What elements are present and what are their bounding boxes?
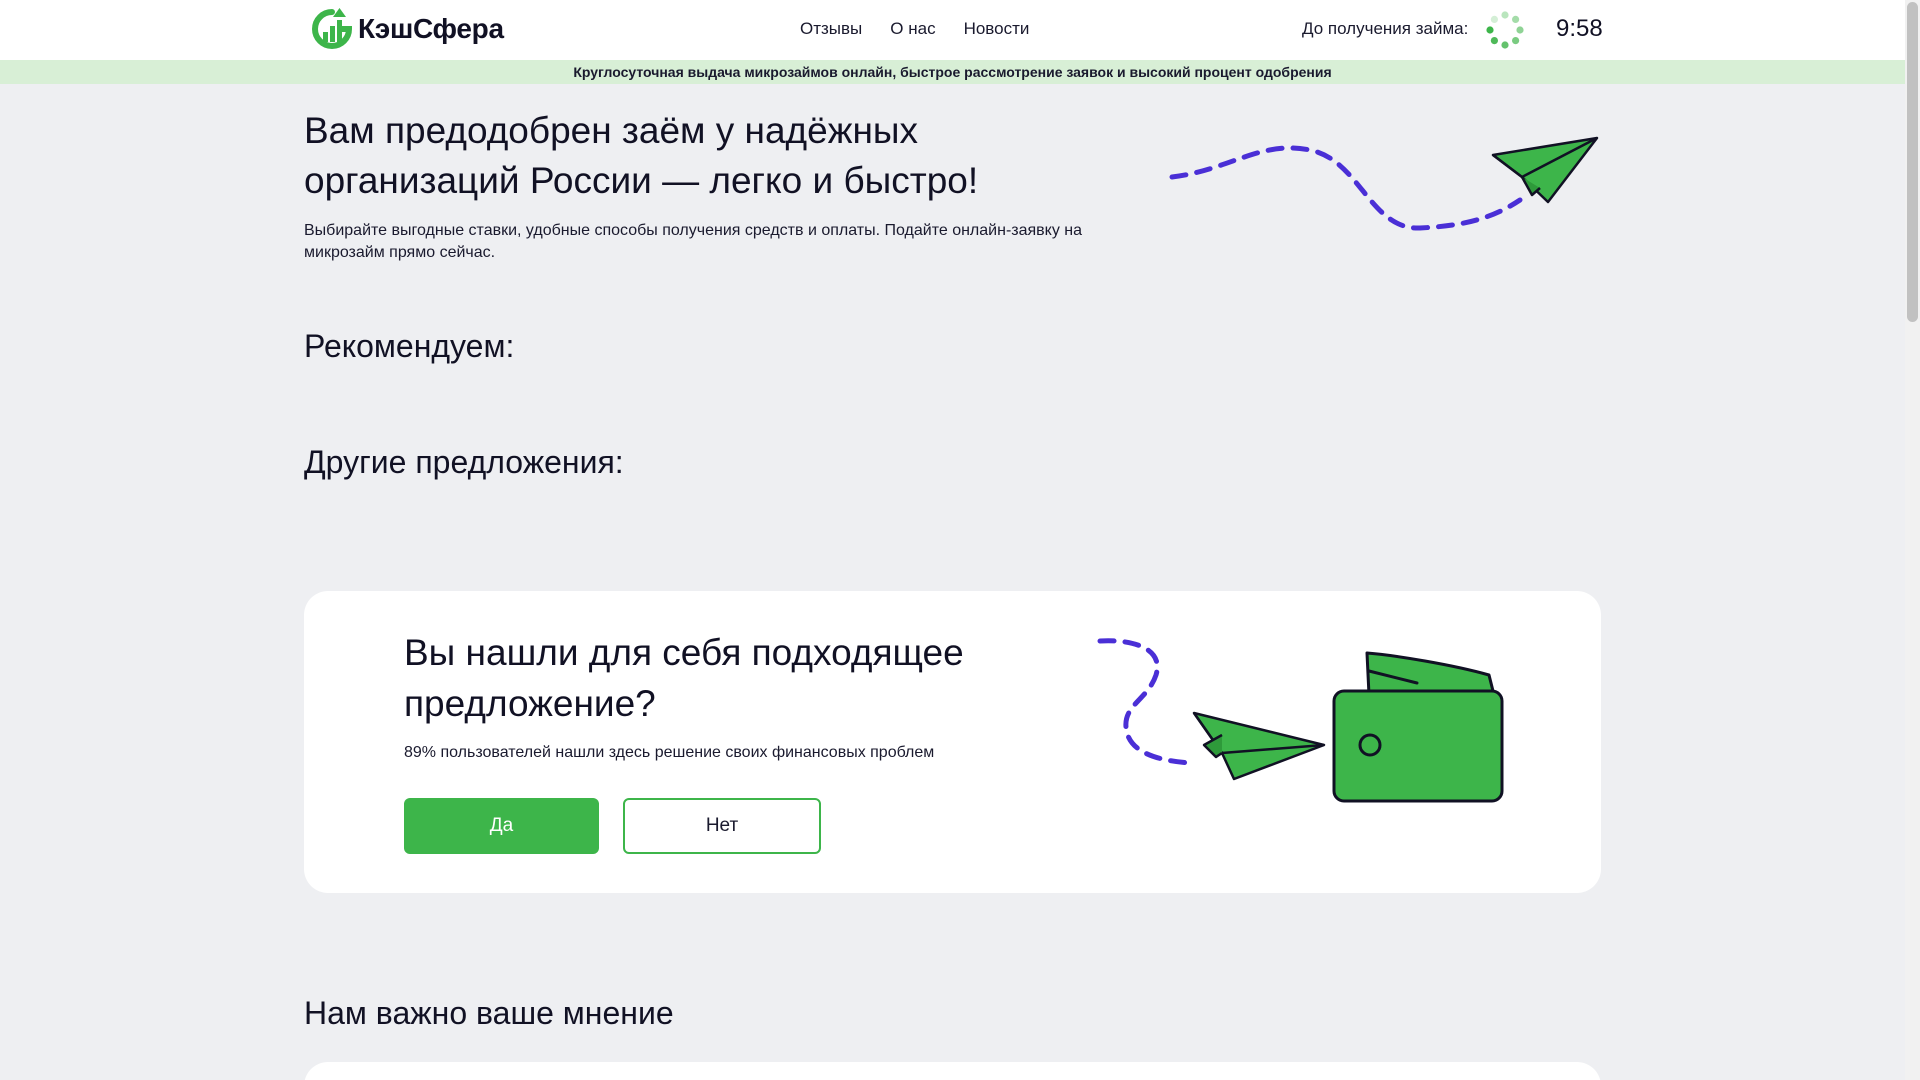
site-header: КэшСфера Отзывы О нас Новости До получен…: [0, 0, 1905, 60]
no-button[interactable]: Нет: [623, 798, 821, 854]
timer-label: До получения займа:: [1302, 19, 1469, 38]
main-nav: Отзывы О нас Новости: [800, 19, 1029, 39]
feedback-card: Вы нашли для себя подходящее предложение…: [304, 591, 1601, 893]
opinion-heading: Нам важно ваше мнение: [304, 995, 674, 1031]
feedback-title: Вы нашли для себя подходящее предложение…: [404, 632, 964, 724]
nav-link-about[interactable]: О нас: [890, 19, 935, 39]
paper-plane-icon: [1169, 136, 1599, 231]
loading-spinner-icon: [1486, 11, 1524, 49]
page-scrollbar[interactable]: [1905, 0, 1920, 1080]
info-ticker: Круглосуточная выдача микрозаймов онлайн…: [0, 60, 1905, 84]
nav-link-reviews[interactable]: Отзывы: [800, 19, 862, 39]
logo-icon: [312, 8, 353, 49]
hero-title: Вам предодобрен заём у надёжных организа…: [304, 110, 979, 201]
recommended-heading: Рекомендуем:: [304, 328, 515, 364]
countdown-timer: 9:58: [1556, 15, 1603, 42]
yes-button[interactable]: Да: [404, 798, 599, 854]
other-offers-heading: Другие предложения:: [304, 444, 624, 480]
logo[interactable]: КэшСфера: [310, 6, 504, 52]
wallet-icon: [1097, 638, 1504, 803]
brand-name: КэшСфера: [358, 13, 504, 44]
scrollbar-thumb[interactable]: [1907, 2, 1918, 322]
feedback-subtitle: 89% пользователей нашли здесь решение св…: [404, 744, 935, 761]
opinion-card: [304, 1062, 1601, 1080]
nav-link-news[interactable]: Новости: [964, 19, 1030, 39]
hero-subtitle: Выбирайте выгодные ставки, удобные спосо…: [304, 222, 1083, 261]
